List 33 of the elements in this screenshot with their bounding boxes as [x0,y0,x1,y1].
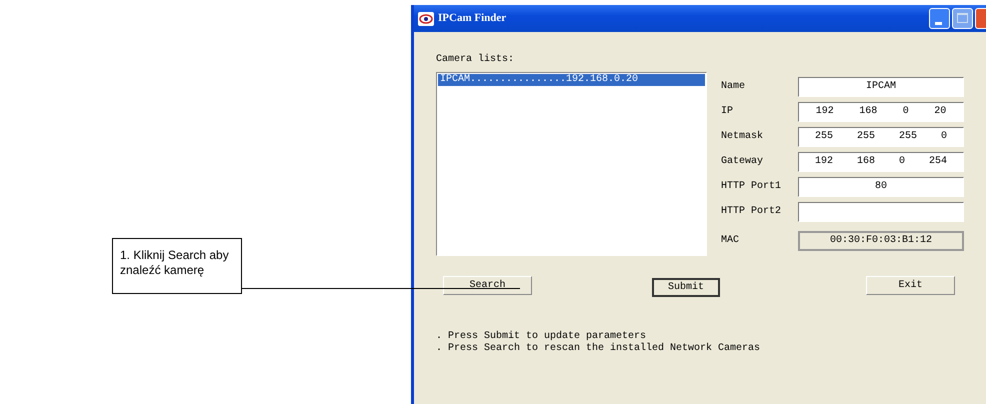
list-label: Camera lists: [436,52,516,67]
ip-address-field[interactable]: 192 168 0 254 [798,152,964,172]
window-title: IPCam Finder [438,11,506,26]
field-label: HTTP Port2 [721,205,782,219]
help-text: . Press Submit to update parameters [436,331,648,342]
ip-address-field[interactable]: 192 168 0 20 [798,102,964,122]
dialog-button[interactable]: Search [443,276,532,295]
ip-address-field[interactable]: 255 255 255 0 [798,126,964,146]
octet-text: 254 [928,155,947,169]
octet-text: 255 [814,130,833,144]
input-field[interactable]: 80 [798,176,964,196]
help-text: . Press Search to rescan the installed Network Cameras [436,343,762,355]
octet-text: 255 [898,130,917,144]
field-label: MAC [721,234,740,248]
dialog-button[interactable]: Submit [652,278,720,297]
field-label: Name [721,80,746,94]
field-label: HTTP Port1 [721,180,782,194]
field-label: Netmask [721,130,764,144]
callout-box: 1. Kliknij Search aby znaleźć kamerę [112,238,242,294]
octet-text: 0 [902,105,909,119]
input-field[interactable]: IPCAM [798,76,964,96]
octet-text: 255 [856,130,875,144]
dialog-button[interactable]: Exit [866,276,955,295]
octet-text: 168 [859,105,878,119]
octet-text: 0 [898,155,905,169]
field-label: IP [721,105,734,119]
field-label: Gateway [721,155,764,169]
octet-text: 168 [856,155,875,169]
octet-text: 192 [814,155,833,169]
list-item[interactable]: IPCAM................192.168.0.20 [438,74,705,86]
octet-text: 192 [816,105,834,119]
octet-text: 0 [940,130,947,144]
octet-text: 20 [934,105,946,119]
